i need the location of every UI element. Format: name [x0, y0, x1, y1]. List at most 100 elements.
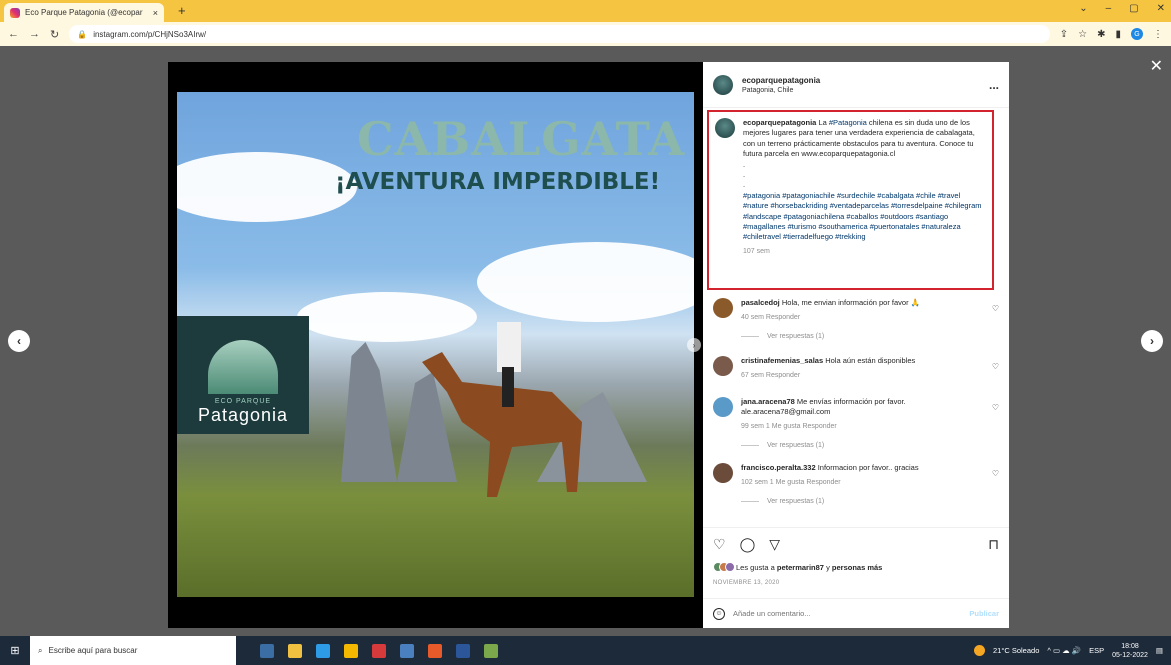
system-tray: 21°C Soleado ^ ▭ ☁ 🔊 ESP 18:08 05-12-202… — [974, 642, 1171, 660]
avatar[interactable] — [713, 298, 733, 318]
view-replies[interactable]: Ver respuestas (1) — [703, 333, 1009, 340]
caption-text: ecoparquepatagonia La #Patagonia chilena… — [743, 118, 986, 284]
header-text: ecoparquepatagonia Patagonia, Chile — [742, 76, 980, 94]
app-icon[interactable] — [400, 643, 414, 658]
chrome-icon[interactable] — [428, 643, 442, 658]
app-icon[interactable] — [372, 643, 386, 658]
view-replies[interactable]: Ver respuestas (1) — [703, 442, 1009, 449]
comment-username[interactable]: jana.aracena78 — [741, 397, 795, 406]
heart-icon[interactable]: ♡ — [713, 536, 726, 553]
comment-username[interactable]: francisco.peralta.332 — [741, 463, 816, 472]
header-username[interactable]: ecoparquepatagonia — [742, 76, 980, 85]
notification-icon[interactable]: ▤ — [1156, 646, 1163, 655]
more-icon[interactable]: ... — [989, 78, 999, 92]
post-header: ecoparquepatagonia Patagonia, Chile ... — [703, 62, 1009, 108]
comment-meta[interactable]: 102 sem 1 Me gusta Responder — [741, 478, 981, 488]
avatar[interactable] — [713, 356, 733, 376]
headline-aventura: ¡AVENTURA IMPERDIBLE! — [335, 169, 661, 195]
caption-username[interactable]: ecoparquepatagonia — [743, 118, 816, 127]
close-window-icon[interactable]: ✕ — [1157, 3, 1165, 14]
avatar[interactable] — [715, 118, 735, 138]
comment-body: cristinafemenias_salas Hola aún están di… — [741, 356, 999, 381]
list-item: cristinafemenias_salas Hola aún están di… — [703, 356, 1009, 381]
heart-icon[interactable]: ♡ — [992, 469, 999, 478]
url-field[interactable]: 🔒 instagram.com/p/CHjNSo3AIrw/ — [69, 25, 1050, 43]
window-controls: ⌄ – ▢ ✕ — [1079, 3, 1165, 14]
post-sidebar: ecoparquepatagonia Patagonia, Chile ... … — [703, 62, 1009, 628]
heart-icon[interactable]: ♡ — [992, 362, 999, 371]
divider — [741, 445, 759, 446]
comment-meta[interactable]: 99 sem 1 Me gusta Responder — [741, 422, 981, 432]
tab-bar: Eco Parque Patagonia (@ecopar × + ⌄ – ▢ … — [0, 0, 1171, 22]
emoji-icon[interactable]: ☺ — [713, 607, 725, 620]
publish-button[interactable]: Publicar — [969, 609, 999, 618]
comment-text: Hola, me envian información por favor 🙏 — [779, 298, 921, 307]
app-icon[interactable] — [484, 643, 498, 658]
chevron-down-icon[interactable]: ⌄ — [1079, 3, 1087, 14]
mountain-shape — [341, 342, 397, 482]
clock[interactable]: 18:08 05-12-2022 — [1112, 642, 1148, 660]
file-explorer-icon[interactable] — [288, 643, 302, 658]
browser-tab[interactable]: Eco Parque Patagonia (@ecopar × — [4, 3, 164, 22]
tab-close-icon[interactable]: × — [153, 8, 158, 18]
tray-icons[interactable]: ^ ▭ ☁ 🔊 — [1047, 646, 1081, 655]
comments-list: pasalcedoj Hola, me envian información p… — [703, 294, 1009, 505]
divider — [741, 336, 759, 337]
header-location[interactable]: Patagonia, Chile — [742, 87, 980, 94]
heart-icon[interactable]: ♡ — [992, 304, 999, 313]
sidebar-icon[interactable]: ▮ — [1115, 29, 1121, 40]
profile-avatar[interactable]: G — [1131, 28, 1143, 40]
avatar — [725, 562, 735, 572]
weather-text[interactable]: 21°C Soleado — [993, 646, 1039, 655]
list-item: pasalcedoj Hola, me envian información p… — [703, 298, 1009, 323]
windows-icon[interactable]: ⊞ — [0, 644, 30, 657]
likes-user[interactable]: petermarin87 — [777, 563, 824, 572]
folder-icon[interactable] — [344, 643, 358, 658]
comment-username[interactable]: cristinafemenias_salas — [741, 356, 823, 365]
caption-time: 107 sem — [743, 247, 770, 255]
caption-tag-link[interactable]: #Patagonia — [829, 118, 867, 127]
caption-hashtags[interactable]: #patagonia #patagoniachile #surdechile #… — [743, 191, 986, 243]
close-icon[interactable]: ✕ — [1150, 56, 1163, 76]
share-icon[interactable]: ⇪ — [1060, 29, 1068, 40]
reload-icon[interactable]: ↻ — [50, 28, 59, 41]
new-tab-button[interactable]: + — [178, 3, 186, 18]
back-icon[interactable]: ← — [8, 28, 19, 40]
view-replies-label: Ver respuestas (1) — [767, 442, 825, 449]
menu-icon[interactable]: ⋮ — [1153, 29, 1163, 40]
avatar[interactable] — [713, 463, 733, 483]
taskbar-search[interactable]: ⌕ Escribe aquí para buscar — [30, 636, 236, 665]
comment-input[interactable] — [733, 609, 962, 618]
avatar[interactable] — [713, 397, 733, 417]
view-replies-label: Ver respuestas (1) — [767, 333, 825, 340]
word-icon[interactable] — [456, 643, 470, 658]
likes-others[interactable]: personas más — [832, 563, 882, 572]
language[interactable]: ESP — [1089, 646, 1104, 655]
send-icon[interactable]: ▽ — [769, 536, 780, 553]
chevron-right-icon[interactable]: › — [1141, 330, 1163, 352]
cloud-shape — [177, 152, 357, 222]
view-replies-label: Ver respuestas (1) — [767, 498, 825, 505]
star-icon[interactable]: ☆ — [1078, 29, 1087, 40]
comment-username[interactable]: pasalcedoj — [741, 298, 780, 307]
comment-meta[interactable]: 40 sem Responder — [741, 313, 981, 323]
comment-icon[interactable]: ◯ — [740, 536, 756, 553]
comment-meta[interactable]: 67 sem Responder — [741, 371, 981, 381]
url-text: instagram.com/p/CHjNSo3AIrw/ — [93, 29, 207, 39]
caption-dot: . — [743, 170, 746, 180]
bookmark-icon[interactable]: ⊓ — [988, 536, 999, 553]
weather-icon[interactable] — [974, 645, 985, 656]
view-replies[interactable]: Ver respuestas (1) — [703, 498, 1009, 505]
cloud-shape — [477, 242, 694, 322]
chevron-left-icon[interactable]: ‹ — [8, 330, 30, 352]
forward-icon[interactable]: → — [29, 28, 40, 40]
edge-icon[interactable] — [316, 643, 330, 658]
media-next-icon[interactable]: › — [687, 338, 701, 352]
heart-icon[interactable]: ♡ — [992, 403, 999, 412]
extension-icon[interactable]: ✱ — [1097, 29, 1105, 40]
maximize-icon[interactable]: ▢ — [1129, 3, 1138, 14]
minimize-icon[interactable]: – — [1106, 3, 1112, 14]
avatar[interactable] — [713, 74, 733, 95]
task-view-icon[interactable] — [260, 643, 274, 658]
comment-body: jana.aracena78 Me envías información por… — [741, 397, 999, 432]
